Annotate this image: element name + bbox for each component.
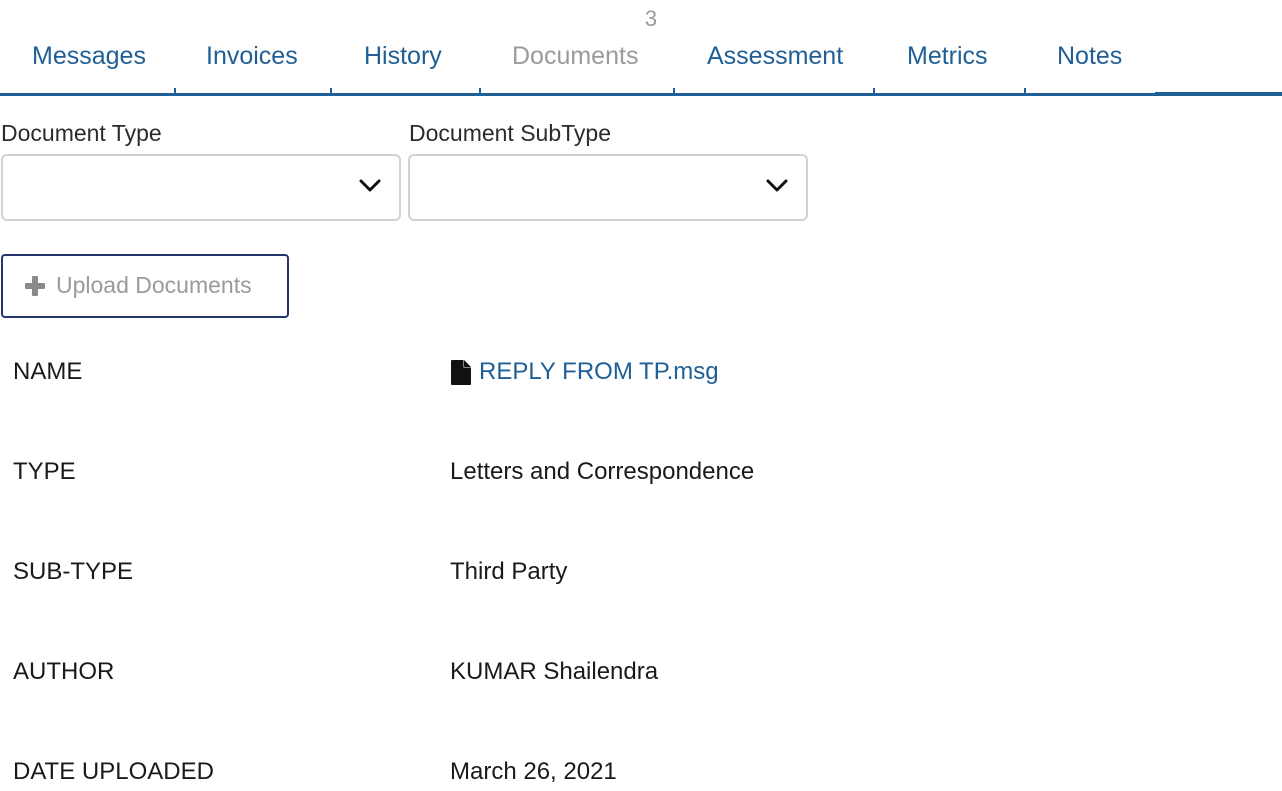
tab-documents[interactable]: Documents bbox=[512, 42, 638, 71]
tab-bar-underline bbox=[0, 93, 1282, 96]
tab-messages[interactable]: Messages bbox=[32, 42, 146, 71]
tab-notes[interactable]: Notes bbox=[1057, 42, 1122, 71]
type-value: Letters and Correspondence bbox=[450, 458, 755, 485]
type-label: TYPE bbox=[13, 458, 76, 485]
name-label: NAME bbox=[13, 358, 83, 385]
tab-invoices[interactable]: Invoices bbox=[206, 42, 298, 71]
tab-active-indicator bbox=[1155, 92, 1282, 96]
document-type-select[interactable] bbox=[1, 154, 401, 221]
plus-icon bbox=[25, 276, 45, 296]
upload-documents-button[interactable]: Upload Documents bbox=[1, 254, 289, 318]
subtype-value: Third Party bbox=[450, 558, 568, 585]
file-icon bbox=[451, 360, 471, 385]
document-subtype-label: Document SubType bbox=[409, 120, 612, 146]
upload-documents-label: Upload Documents bbox=[56, 272, 252, 298]
author-label: AUTHOR bbox=[13, 658, 115, 685]
document-subtype-select[interactable] bbox=[408, 154, 808, 221]
date-uploaded-value: March 26, 2021 bbox=[450, 758, 617, 785]
subtype-label: SUB-TYPE bbox=[13, 558, 134, 585]
tab-metrics[interactable]: Metrics bbox=[907, 42, 988, 71]
chevron-down-icon bbox=[359, 179, 381, 192]
author-value: KUMAR Shailendra bbox=[450, 658, 659, 685]
document-file-name: REPLY FROM TP.msg bbox=[479, 358, 719, 385]
tab-bar: Messages Invoices History Documents Asse… bbox=[0, 30, 1282, 97]
document-type-label: Document Type bbox=[1, 120, 162, 146]
tab-badge-count: 3 bbox=[644, 6, 658, 31]
date-uploaded-label: DATE UPLOADED bbox=[13, 758, 214, 785]
tab-history[interactable]: History bbox=[364, 42, 442, 71]
documents-panel: 3 Messages Invoices History Documents As… bbox=[0, 0, 1282, 791]
chevron-down-icon bbox=[766, 179, 788, 192]
tab-assessment[interactable]: Assessment bbox=[707, 42, 843, 71]
